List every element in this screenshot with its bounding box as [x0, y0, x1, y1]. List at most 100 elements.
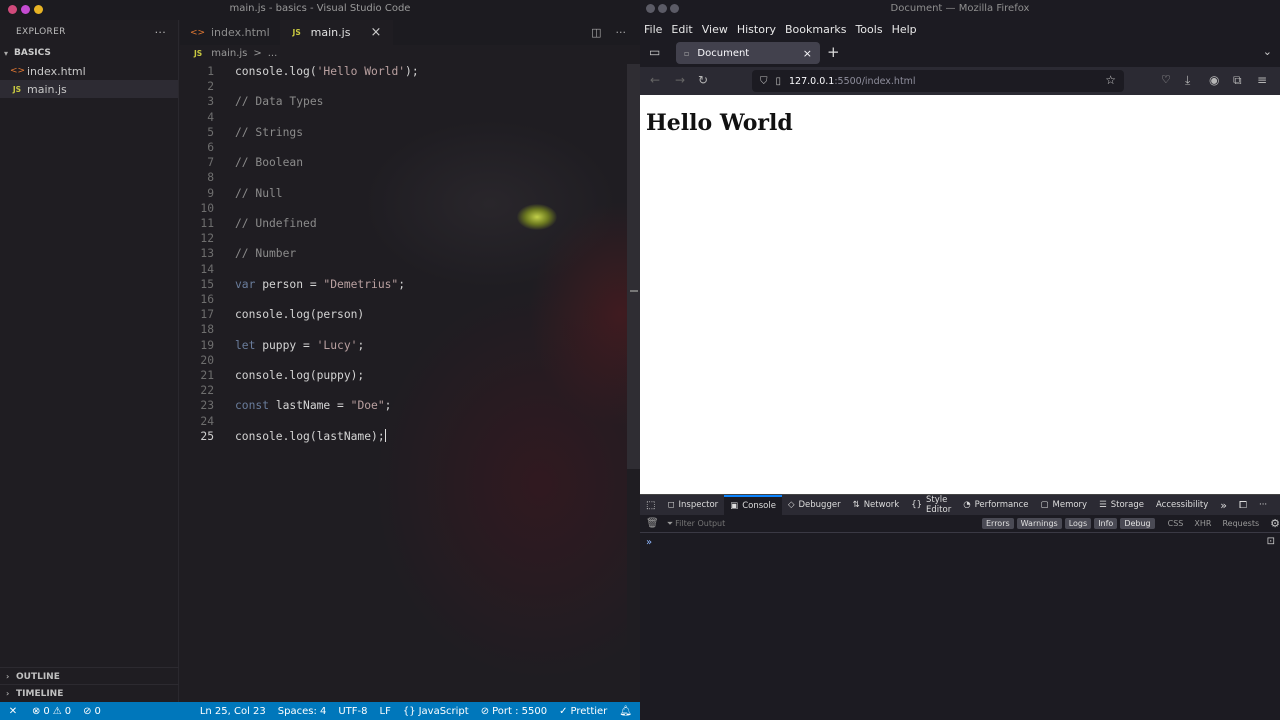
tab-inspector[interactable]: ◻ Inspector: [661, 495, 724, 515]
page-info-icon[interactable]: ▯: [776, 76, 782, 87]
code-line[interactable]: 5 // Strings: [180, 125, 627, 140]
prettier-status[interactable]: ✓ Prettier: [559, 706, 607, 717]
bookmark-star-icon[interactable]: ☆: [1105, 73, 1116, 87]
close-tab-icon[interactable]: ×: [370, 25, 381, 40]
url-bar[interactable]: ⛉ ▯ 127.0.0.1:5500/index.html ☆: [752, 70, 1124, 92]
code-line[interactable]: 10: [180, 201, 627, 216]
settings-gear-icon[interactable]: ⚙: [1270, 517, 1280, 530]
code-line[interactable]: 7 // Boolean: [180, 155, 627, 170]
code-line[interactable]: 14: [180, 262, 627, 277]
filter-errors[interactable]: Errors: [981, 518, 1014, 529]
tab-console[interactable]: ▣ Console: [724, 495, 782, 515]
devtools-menu-icon[interactable]: ···: [1253, 495, 1273, 515]
ports-indicator[interactable]: ⊘ 0: [83, 706, 101, 717]
more-tools-icon[interactable]: »: [1214, 495, 1233, 515]
file-item-main-js[interactable]: JS main.js: [0, 80, 178, 98]
code-line[interactable]: 2: [180, 79, 627, 94]
cursor-position[interactable]: Ln 25, Col 23: [200, 706, 266, 717]
live-server-port[interactable]: ⊘ Port : 5500: [481, 706, 547, 717]
code-line[interactable]: 6: [180, 140, 627, 155]
breadcrumb-file[interactable]: main.js: [211, 48, 247, 59]
browser-tab[interactable]: ▫ Document ×: [676, 42, 820, 64]
dock-options-icon[interactable]: ⧠: [1233, 495, 1253, 515]
filter-warnings[interactable]: Warnings: [1016, 518, 1062, 529]
tab-index-html[interactable]: <> index.html: [180, 20, 280, 45]
file-item-index-html[interactable]: <> index.html: [0, 62, 178, 80]
reload-icon[interactable]: ↻: [698, 73, 708, 87]
tab-accessibility[interactable]: Accessibility: [1150, 495, 1214, 515]
tab-performance[interactable]: ◔ Performance: [957, 495, 1034, 515]
menu-file[interactable]: File: [644, 23, 662, 36]
code-line[interactable]: 3 // Data Types: [180, 94, 627, 109]
menu-help[interactable]: Help: [892, 23, 917, 36]
code-line[interactable]: 8: [180, 170, 627, 185]
menu-icon[interactable]: ≡: [1257, 73, 1267, 87]
code-line[interactable]: 15 var person = "Demetrius";: [180, 277, 627, 292]
extensions-icon[interactable]: ⧉: [1233, 73, 1242, 88]
code-line[interactable]: 20: [180, 353, 627, 368]
filter-logs[interactable]: Logs: [1064, 518, 1092, 529]
code-line[interactable]: 19 let puppy = 'Lucy';: [180, 338, 627, 353]
filter-output-input[interactable]: [675, 519, 982, 528]
code-line[interactable]: 16: [180, 292, 627, 307]
tab-memory[interactable]: ▢ Memory: [1034, 495, 1093, 515]
code-line[interactable]: 22: [180, 383, 627, 398]
code-line[interactable]: 23 const lastName = "Doe";: [180, 398, 627, 413]
filter-requests[interactable]: Requests: [1218, 518, 1263, 529]
remote-indicator[interactable]: ✕: [0, 702, 26, 720]
timeline-section[interactable]: › TIMELINE: [0, 684, 179, 702]
menu-edit[interactable]: Edit: [671, 23, 692, 36]
tab-network[interactable]: ⇅ Network: [847, 495, 906, 515]
forward-icon[interactable]: →: [675, 73, 685, 87]
downloads-icon[interactable]: ⤓: [1185, 73, 1190, 88]
element-picker-icon[interactable]: ⬚: [640, 495, 661, 515]
filter-xhr[interactable]: XHR: [1190, 518, 1215, 529]
end-of-line[interactable]: LF: [380, 706, 391, 717]
editor-scrollbar[interactable]: [627, 64, 640, 469]
encoding[interactable]: UTF-8: [338, 706, 367, 717]
code-line[interactable]: 24: [180, 414, 627, 429]
outline-section[interactable]: › OUTLINE: [0, 667, 179, 685]
more-actions-icon[interactable]: ···: [155, 26, 166, 39]
close-devtools-icon[interactable]: ✕: [1273, 495, 1280, 515]
new-tab-button[interactable]: +: [827, 43, 840, 61]
close-tab-icon[interactable]: ×: [803, 47, 812, 60]
code-line[interactable]: 21 console.log(puppy);: [180, 368, 627, 383]
code-line[interactable]: 17 console.log(person): [180, 307, 627, 322]
folder-basics[interactable]: ▾ BASICS: [0, 44, 178, 62]
code-line[interactable]: 13 // Number: [180, 246, 627, 261]
pocket-icon[interactable]: ♡: [1161, 73, 1171, 86]
menu-tools[interactable]: Tools: [855, 23, 882, 36]
code-line[interactable]: 9 // Null: [180, 186, 627, 201]
language-mode[interactable]: {} JavaScript: [403, 706, 469, 717]
list-tabs-icon[interactable]: ⌄: [1263, 45, 1272, 58]
code-line[interactable]: 18: [180, 322, 627, 337]
code-editor[interactable]: 1 console.log('Hello World'); 2 3 // Data…: [180, 64, 627, 702]
code-line[interactable]: 11 // Undefined: [180, 216, 627, 231]
code-line[interactable]: 4: [180, 110, 627, 125]
tab-overview-icon[interactable]: ▭: [649, 45, 660, 59]
console-prompt[interactable]: »: [646, 537, 652, 548]
editor-mode-icon[interactable]: ⊡: [1267, 536, 1275, 547]
code-line[interactable]: 1 console.log('Hello World');: [180, 64, 627, 79]
trash-icon[interactable]: 🗑︎: [646, 518, 659, 529]
back-icon[interactable]: ←: [650, 73, 660, 87]
problems-indicator[interactable]: ⊗ 0 ⚠ 0: [32, 706, 71, 717]
breadcrumb-symbol[interactable]: ...: [268, 48, 278, 59]
more-actions-icon[interactable]: ···: [616, 26, 627, 39]
filter-info[interactable]: Info: [1094, 518, 1118, 529]
tab-style-editor[interactable]: {} Style Editor: [905, 495, 957, 515]
code-line-current[interactable]: 25 console.log(lastName);: [180, 428, 627, 444]
tab-storage[interactable]: ☰ Storage: [1093, 495, 1150, 515]
menu-bookmarks[interactable]: Bookmarks: [785, 23, 846, 36]
indentation[interactable]: Spaces: 4: [278, 706, 327, 717]
notifications[interactable]: 🔔︎: [619, 706, 632, 717]
menu-history[interactable]: History: [737, 23, 776, 36]
tab-debugger[interactable]: ◇ Debugger: [782, 495, 847, 515]
filter-css[interactable]: CSS: [1164, 518, 1188, 529]
tab-main-js[interactable]: JS main.js ×: [279, 20, 394, 45]
account-icon[interactable]: ◉: [1209, 73, 1219, 87]
code-line[interactable]: 12: [180, 231, 627, 246]
menu-view[interactable]: View: [702, 23, 728, 36]
filter-debug[interactable]: Debug: [1120, 518, 1155, 529]
